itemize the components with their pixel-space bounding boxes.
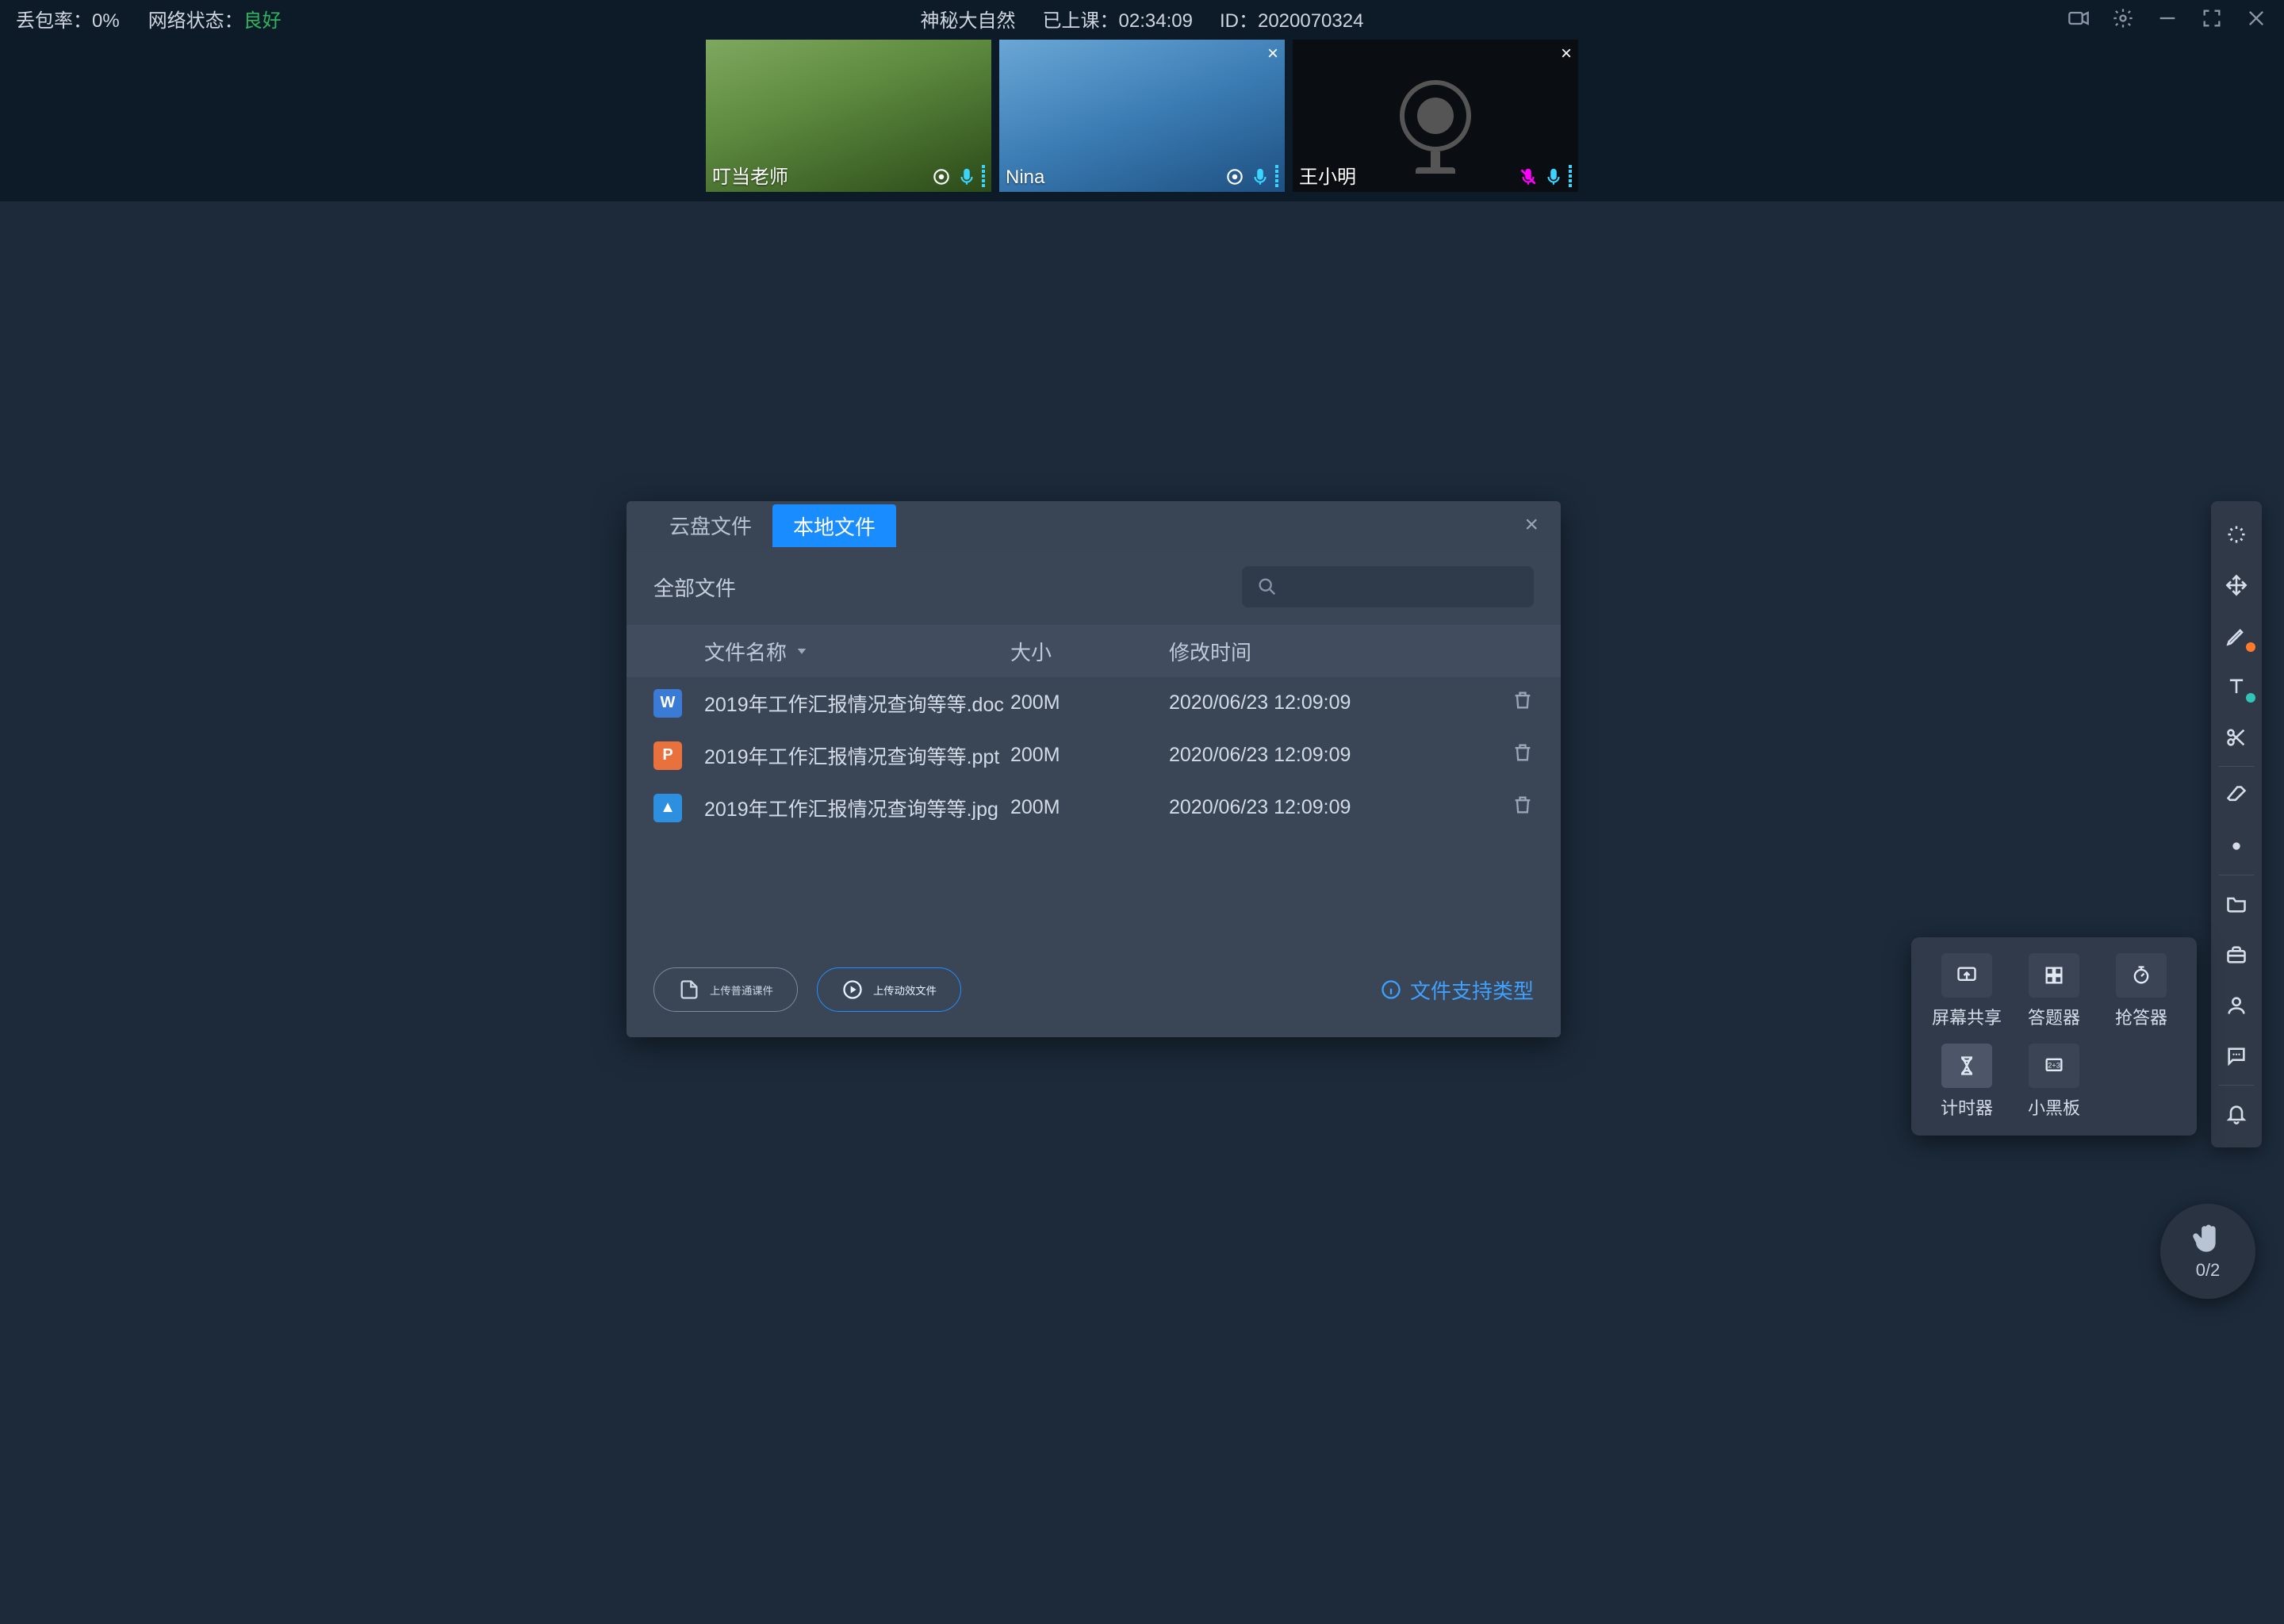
image-file-icon: ▲ xyxy=(653,794,682,822)
camera-icon xyxy=(1224,167,1245,187)
participant-name: 叮当老师 xyxy=(712,161,788,189)
supported-types-link[interactable]: 文件支持类型 xyxy=(1380,975,1534,1005)
close-icon[interactable] xyxy=(2244,6,2268,30)
file-mtime: 2020/06/23 12:09:09 xyxy=(1169,796,1470,819)
users-icon[interactable] xyxy=(2211,980,2262,1031)
tool-screen-share[interactable]: 屏幕共享 xyxy=(1929,953,2005,1029)
video-tile-teacher[interactable]: 叮当老师 xyxy=(706,40,991,192)
raise-hand-count: 0/2 xyxy=(2196,1260,2221,1281)
audio-level-icon xyxy=(1275,165,1278,187)
tab-local-files[interactable]: 本地文件 xyxy=(772,504,896,547)
close-tile-icon[interactable]: × xyxy=(1561,43,1572,65)
top-status-bar: 丢包率：0% 网络状态：良好 神秘大自然 已上课：02:34:09 ID：202… xyxy=(0,0,2284,36)
class-title: 神秘大自然 xyxy=(921,5,1016,33)
palette-dot-icon[interactable] xyxy=(2211,821,2262,871)
mic-icon xyxy=(956,167,977,187)
class-id: ID：2020070324 xyxy=(1220,5,1363,33)
ppt-file-icon: P xyxy=(653,741,682,770)
file-size: 200M xyxy=(1010,691,1169,714)
doc-file-icon: W xyxy=(653,689,682,718)
column-mtime[interactable]: 修改时间 xyxy=(1169,637,1470,666)
table-header: 文件名称 大小 修改时间 xyxy=(627,625,1561,677)
upload-plain-button[interactable]: 上传普通课件 xyxy=(653,967,798,1012)
audio-level-icon xyxy=(982,165,985,187)
bell-icon[interactable] xyxy=(2211,1089,2262,1139)
svg-text:2+3: 2+3 xyxy=(2048,1061,2060,1069)
video-strip: 叮当老师 × Nina × 王小明 xyxy=(0,36,2284,201)
eraser-icon[interactable] xyxy=(2211,770,2262,821)
tab-cloud-files[interactable]: 云盘文件 xyxy=(649,504,772,546)
participant-name: 王小明 xyxy=(1299,161,1356,189)
file-size: 200M xyxy=(1010,744,1169,767)
mic-icon xyxy=(1250,167,1270,187)
participant-name: Nina xyxy=(1006,167,1044,189)
table-row[interactable]: ▲ 2019年工作汇报情况查询等等.jpg 200M 2020/06/23 12… xyxy=(627,782,1561,834)
file-name: 2019年工作汇报情况查询等等.jpg xyxy=(704,794,1010,822)
search-icon xyxy=(1256,576,1278,598)
mic-icon xyxy=(1543,167,1564,187)
network-status-text: 网络状态：良好 xyxy=(148,5,282,33)
mic-muted-icon xyxy=(1518,167,1539,187)
table-row[interactable]: W 2019年工作汇报情况查询等等.doc 200M 2020/06/23 12… xyxy=(627,677,1561,730)
hand-icon xyxy=(2191,1222,2225,1255)
record-icon[interactable] xyxy=(2067,6,2090,30)
file-mtime: 2020/06/23 12:09:09 xyxy=(1169,744,1470,767)
delete-icon[interactable] xyxy=(1512,689,1534,717)
file-name: 2019年工作汇报情况查询等等.ppt xyxy=(704,741,1010,770)
tool-blackboard[interactable]: 2+3 小黑板 xyxy=(2016,1044,2092,1120)
chat-icon[interactable] xyxy=(2211,1031,2262,1082)
column-name[interactable]: 文件名称 xyxy=(704,637,1010,666)
file-mtime: 2020/06/23 12:09:09 xyxy=(1169,691,1470,714)
laser-pointer-icon[interactable] xyxy=(2211,509,2262,560)
minimize-icon[interactable] xyxy=(2156,6,2179,30)
tool-answerer[interactable]: 答题器 xyxy=(2016,953,2092,1029)
search-input[interactable] xyxy=(1242,566,1534,607)
camera-icon xyxy=(931,167,952,187)
video-tile-student[interactable]: × Nina xyxy=(999,40,1285,192)
delete-icon[interactable] xyxy=(1512,794,1534,822)
right-toolbar xyxy=(2211,501,2262,1147)
audio-level-icon xyxy=(1569,165,1572,187)
scissors-icon[interactable] xyxy=(2211,712,2262,763)
move-icon[interactable] xyxy=(2211,560,2262,611)
settings-icon[interactable] xyxy=(2111,6,2135,30)
elapsed-time: 已上课：02:34:09 xyxy=(1043,5,1193,33)
text-icon[interactable] xyxy=(2211,661,2262,712)
video-tile-student[interactable]: × 王小明 xyxy=(1293,40,1578,192)
tool-buzzer[interactable]: 抢答器 xyxy=(2103,953,2179,1029)
dialog-tabs: 云盘文件 本地文件 × xyxy=(627,501,1561,549)
pencil-icon[interactable] xyxy=(2211,611,2262,661)
toolbox-icon[interactable] xyxy=(2211,929,2262,980)
sort-desc-icon xyxy=(795,644,809,658)
fullscreen-icon[interactable] xyxy=(2200,6,2224,30)
column-size[interactable]: 大小 xyxy=(1010,637,1169,666)
close-dialog-icon[interactable]: × xyxy=(1524,511,1539,538)
close-tile-icon[interactable]: × xyxy=(1267,43,1278,65)
tool-timer[interactable]: 计时器 xyxy=(1929,1044,2005,1120)
breadcrumb-all-files[interactable]: 全部文件 xyxy=(653,573,736,602)
file-name: 2019年工作汇报情况查询等等.doc xyxy=(704,689,1010,718)
tools-popup: 屏幕共享 答题器 抢答器 计时器 2+3 小黑板 xyxy=(1911,937,2197,1136)
packet-loss-text: 丢包率：0% xyxy=(16,5,120,33)
file-size: 200M xyxy=(1010,796,1169,819)
table-row[interactable]: P 2019年工作汇报情况查询等等.ppt 200M 2020/06/23 12… xyxy=(627,730,1561,782)
folder-icon[interactable] xyxy=(2211,879,2262,929)
dialog-footer: 上传普通课件 上传动效文件 文件支持类型 xyxy=(627,945,1561,1037)
file-dialog: 云盘文件 本地文件 × 全部文件 文件名称 大小 修改时间 W 2019年工作汇… xyxy=(627,501,1561,1037)
delete-icon[interactable] xyxy=(1512,741,1534,769)
raise-hand-button[interactable]: 0/2 xyxy=(2160,1204,2255,1299)
upload-effect-button[interactable]: 上传动效文件 xyxy=(817,967,961,1012)
